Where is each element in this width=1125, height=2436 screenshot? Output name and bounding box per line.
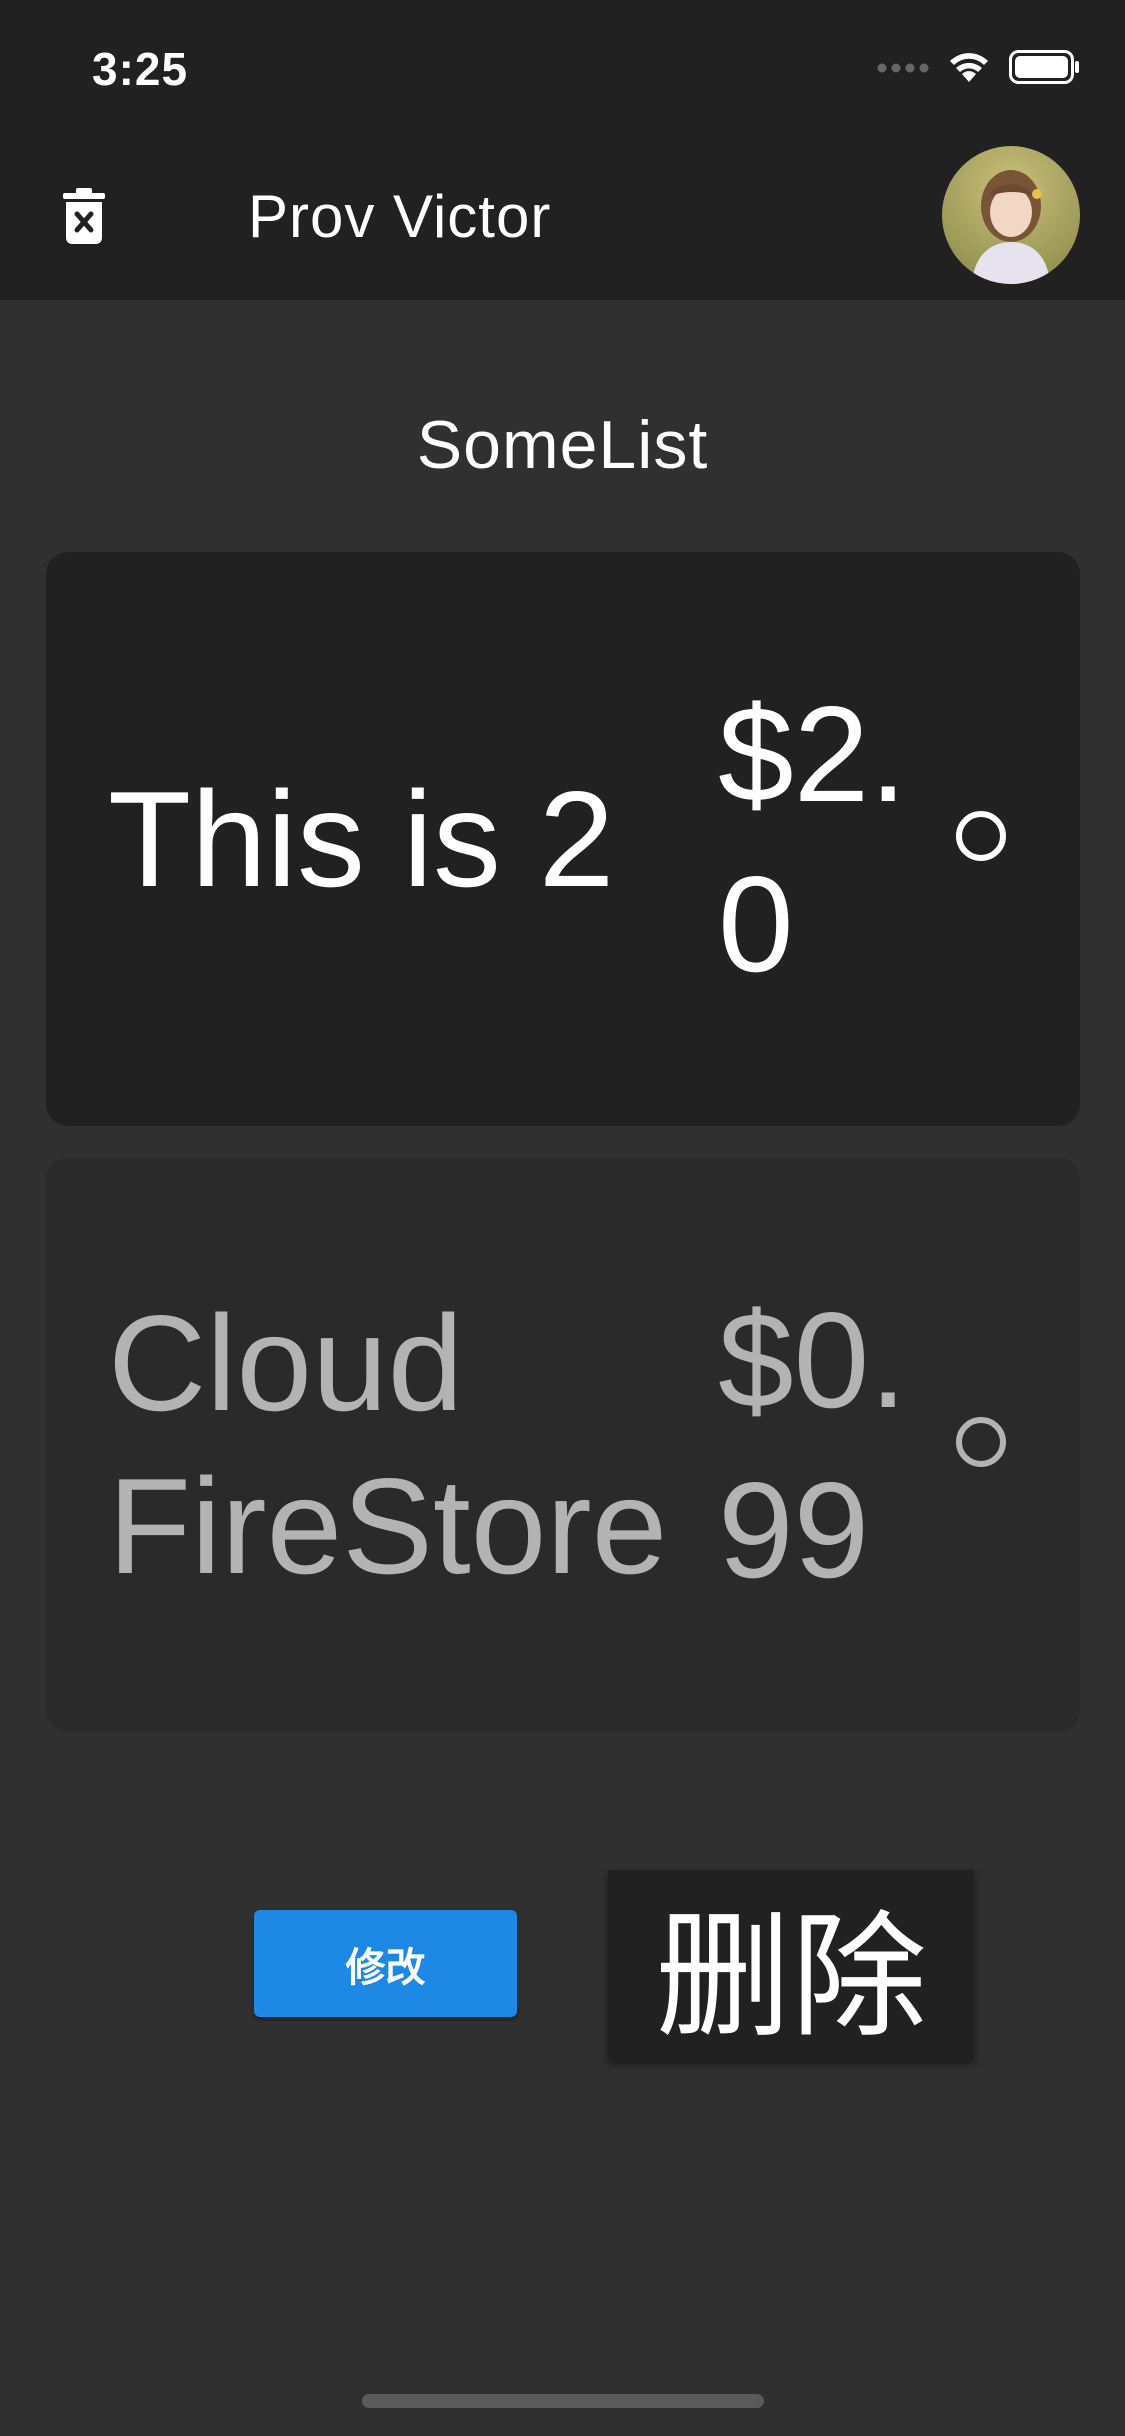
wifi-icon <box>947 50 991 89</box>
status-icons <box>877 50 1081 89</box>
radio-button[interactable] <box>956 811 1006 861</box>
battery-icon <box>1009 50 1081 89</box>
app-bar: Prov Victor <box>0 132 1125 300</box>
delete-button[interactable]: 删除 <box>608 1870 974 2060</box>
cellular-signal-icon <box>877 61 929 79</box>
item-name: This is 2 <box>108 762 615 915</box>
list-item[interactable]: This is 2 $2.0 <box>46 552 1080 1126</box>
status-time: 3:25 <box>92 43 189 95</box>
radio-button[interactable] <box>956 1417 1006 1467</box>
status-bar: 3:25 <box>0 0 1125 132</box>
item-name: Cloud FireStore <box>108 1287 668 1602</box>
app-title: Prov Victor <box>248 183 552 250</box>
item-price: $0.99 <box>718 1284 908 1606</box>
edit-button[interactable]: 修改 <box>254 1910 517 2017</box>
home-indicator[interactable] <box>362 2394 764 2408</box>
avatar[interactable] <box>942 146 1080 284</box>
list-title: SomeList <box>416 407 709 483</box>
delete-forever-icon[interactable] <box>52 184 116 248</box>
list-item[interactable]: Cloud FireStore $0.99 <box>46 1158 1080 1732</box>
item-price: $2.0 <box>718 678 908 1000</box>
